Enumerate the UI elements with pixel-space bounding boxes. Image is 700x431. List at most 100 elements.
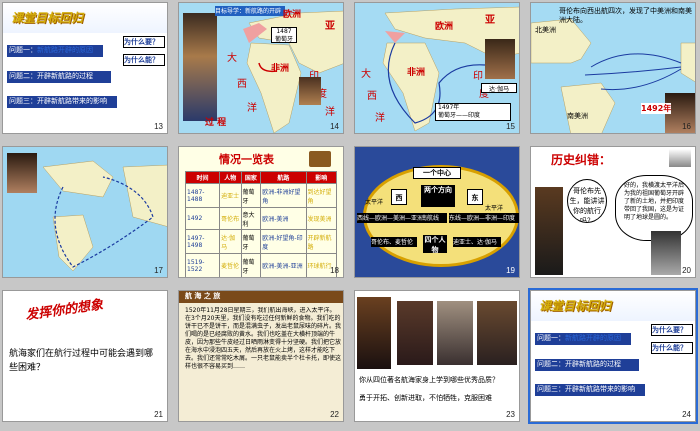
question-two: 问题二：开辟新航路的过程 (7, 71, 111, 83)
slide-title: 课堂目标回归 (539, 299, 612, 313)
explorer-portrait-4 (477, 301, 517, 365)
slide-thumb-21[interactable]: 发挥你的想象 航海家们在航行过程中可能会遇到哪些困难？ 21 (2, 290, 168, 422)
slide-number: 19 (506, 266, 515, 275)
question-two: 问题二：开辟新航路的过程 (535, 359, 639, 371)
header-time: 时间 (184, 171, 221, 184)
center-label: 一个中心 (413, 167, 461, 179)
label-da: 大 (361, 69, 371, 80)
info-text: 哥伦布向西出航四次，发现了中美洲和南美洲大陆。 (559, 7, 692, 24)
ocean-label-2: 太平洋 (485, 205, 504, 212)
table-row: 1492 哥伦布 意大利 欧洲-美洲 发现美洲 (184, 207, 338, 230)
east-route: 东线—欧洲—非洲—印度 (449, 213, 519, 223)
slide-thumb-15[interactable]: 欧洲 亚 非洲 大 西 洋 印 度 洋 达·伽马 1497年葡萄牙——印度 15 (354, 2, 520, 134)
slide-number: 16 (682, 122, 691, 131)
west-label: 西 (391, 189, 407, 205)
slide-title: 历史纠错： (551, 153, 612, 167)
label-yang: 洋 (375, 113, 385, 124)
header-country: 国家 (240, 171, 262, 184)
table-header-row: 时间 人物 国家 航路 影响 (184, 171, 338, 184)
label-south-america: 南美洲 (567, 112, 588, 120)
label-africa: 非洲 (407, 68, 426, 78)
slide-number: 21 (154, 410, 163, 419)
ship-icon (669, 149, 691, 167)
slide-thumb-18[interactable]: 情况一览表 时间 人物 国家 航路 影响 1487-1488 迪亚士 葡萄牙 欧… (178, 146, 344, 278)
why-can: 为什么能？ (651, 342, 693, 354)
slide-thumb-24[interactable]: 课堂目标回归 问题一：新航路开辟的原因 为什么要？ 为什么能？ 问题二：开辟新航… (528, 288, 698, 424)
slide-thumb-19[interactable]: 一个中心 西 两个方向 东 太平洋 太平洋 西线—欧洲—美洲—亚洲 南航线 东线… (354, 146, 520, 278)
label-north-america: 北美洲 (535, 26, 556, 34)
figure-right (651, 231, 681, 275)
slide-title: 课堂目标回归 (11, 11, 84, 25)
label-xi: 西 (237, 79, 247, 90)
header-route: 航路 (260, 171, 307, 184)
explorer-name: 达·伽马 (481, 83, 517, 93)
slide-thumb-13[interactable]: 课堂目标回归 问题一：新航路开辟的原因 为什么要？ 为什么能？ 问题二：开辟新航… (2, 2, 168, 134)
question-three: 问题三：开辟新航路带来的影响 (7, 96, 117, 108)
slide-number: 18 (330, 266, 339, 275)
explorer-portrait-2 (397, 301, 433, 365)
why-must: 为什么要？ (123, 36, 165, 48)
label-europe: 欧洲 (435, 22, 454, 32)
two-directions-label: 两个方向 (421, 185, 455, 207)
figure-left (535, 187, 563, 275)
slide-number: 20 (682, 266, 691, 275)
slide-thumb-22[interactable]: 航 海 之 旅 1520年11月28日星期三，我们航出海峡，进入太平洋。在3个月… (178, 290, 344, 422)
why-can: 为什么能？ (123, 54, 165, 66)
question-text: 你从四位著名航海家身上学到哪些优秀品质？ (359, 376, 499, 384)
east-people: 迪亚士、达·伽马 (453, 237, 501, 247)
book-icon (309, 151, 331, 167)
year-label: 1487 葡萄牙 (271, 27, 297, 43)
summary-table: 时间 人物 国家 航路 影响 1487-1488 迪亚士 葡萄牙 欧洲-非洲好望… (184, 171, 338, 277)
label-africa: 非洲 (271, 64, 290, 74)
label-asia: 亚 (325, 21, 335, 32)
slide-number: 23 (506, 410, 515, 419)
rim-route: 南航线 (421, 213, 447, 223)
label-guocheng: 过 程 (205, 118, 227, 128)
explorer-portrait-1 (357, 297, 391, 369)
slide-thumb-14[interactable]: 目标导学：新航路的开辟 1487葡萄牙 欧洲 亚 非洲 大 西 洋 印 度 洋 … (178, 2, 344, 134)
header-impact: 影响 (305, 171, 338, 184)
slide-thumb-23[interactable]: 你从四位著名航海家身上学到哪些优秀品质？ 勇于开拓、创新进取，不怕牺牲，克服困难… (354, 290, 520, 422)
explorer-portrait-3 (437, 301, 473, 365)
table-row: 1497-1498 达·伽马 葡萄牙 欧洲-好望角-印度 开辟新航路 (184, 229, 338, 254)
slide-number: 14 (330, 122, 339, 131)
voyage-caption: 1497年 葡萄牙——印度 (435, 103, 511, 121)
slide-thumb-17[interactable]: 17 (2, 146, 168, 278)
question-bubble: 哥伦布先生，能讲讲你的航行吗？ (567, 179, 607, 223)
east-label: 东 (467, 189, 483, 205)
slide-title: 情况一览表 (219, 153, 274, 166)
year-1492: 1492年 (641, 103, 672, 114)
explorer-portrait (299, 77, 321, 105)
magellan-portrait (7, 153, 37, 193)
label-asia: 亚 (485, 15, 495, 26)
why-must: 为什么要？ (651, 324, 693, 336)
slide-number: 15 (506, 122, 515, 131)
question-three: 问题三：开辟新航路带来的影响 (535, 384, 645, 396)
slide-number: 13 (154, 122, 163, 131)
portrait-image (183, 13, 217, 121)
label-yang: 洋 (247, 103, 257, 114)
label-da: 大 (227, 53, 237, 64)
table-row: 1519-1522 麦哲伦 葡萄牙 欧洲-美洲-亚洲 环球航行 (184, 253, 338, 277)
answer-text: 勇于开拓、创新进取，不怕牺牲，克服困难 (359, 394, 492, 402)
question-one: 问题一：新航路开辟的原因 (7, 45, 103, 57)
header-band: 航 海 之 旅 (179, 291, 343, 303)
label-yin: 印 (473, 71, 483, 82)
four-people: 四个人物 (423, 235, 447, 253)
explorer-portrait (485, 39, 515, 79)
slide-thumb-16[interactable]: 哥伦布向西出航四次，发现了中美洲和南美洲大陆。 北美洲 南美洲 1492年 16 (530, 2, 696, 134)
label-yang2: 洋 (325, 107, 335, 118)
label-xi: 西 (367, 91, 377, 102)
question-text: 航海家们在航行过程中可能会遇到哪些困难？ (9, 349, 154, 373)
table-row: 1487-1488 迪亚士 葡萄牙 欧洲-非洲好望角 到达好望角 (184, 183, 338, 208)
west-people: 哥伦布、麦哲伦 (371, 237, 417, 247)
slide-thumb-20[interactable]: 历史纠错： 哥伦布先生，能讲讲你的航行吗？ 好的，我横渡太平洋后为我的祖国葡萄牙… (530, 146, 696, 278)
narrative-text: 1520年11月28日星期三，我们航出海峡，进入太平洋。在3个月20天里，我们没… (185, 307, 341, 370)
slide-title: 发挥你的想象 (24, 297, 104, 324)
question-one: 问题一：新航路开辟的原因 (535, 333, 631, 345)
slide-number: 17 (154, 266, 163, 275)
slide-number: 22 (330, 410, 339, 419)
ocean-label: 太平洋 (365, 199, 384, 206)
header-person: 人物 (219, 171, 242, 184)
label-europe: 欧洲 (283, 10, 302, 20)
